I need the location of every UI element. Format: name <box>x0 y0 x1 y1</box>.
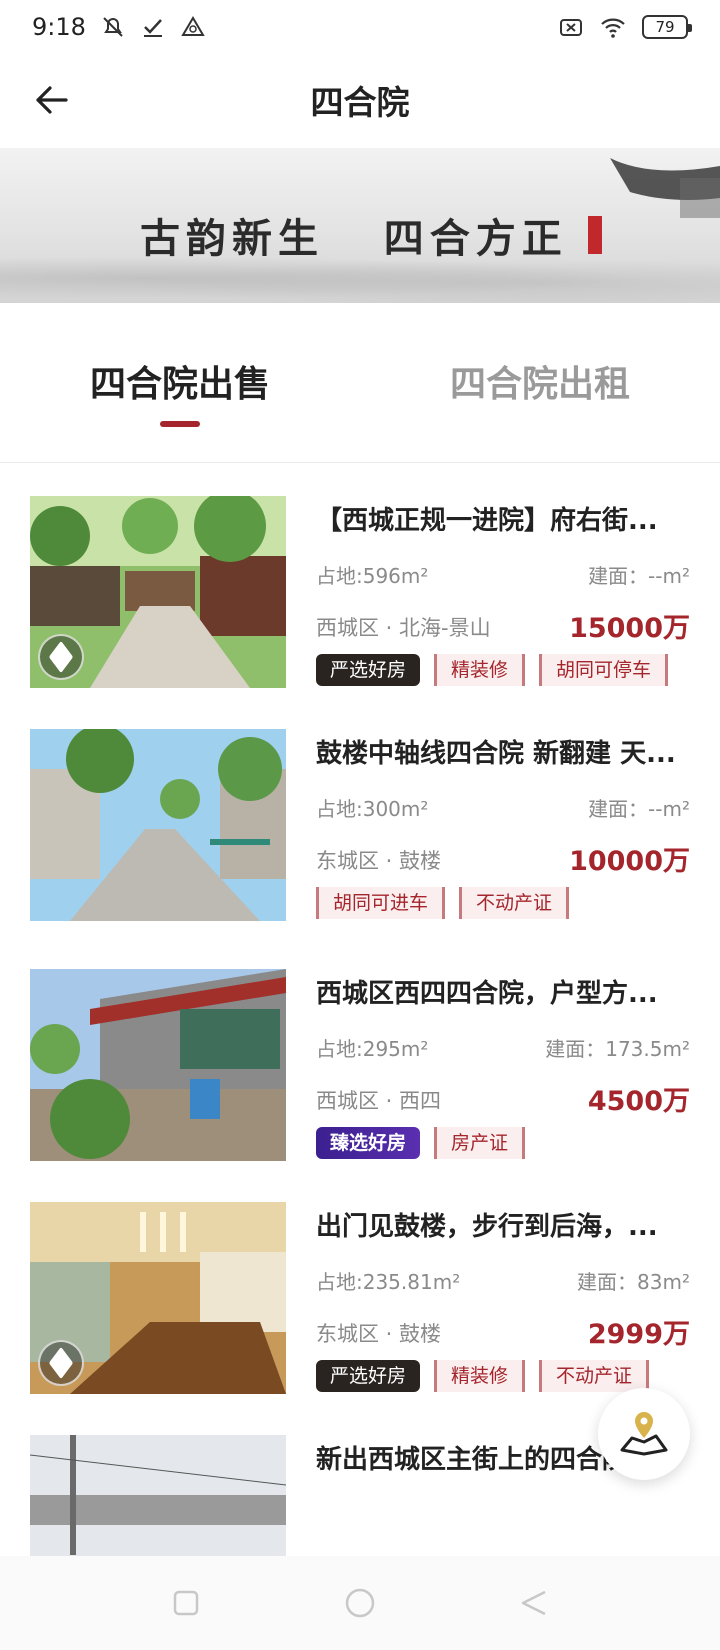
vr-badge[interactable] <box>38 634 84 680</box>
listing-photo[interactable] <box>30 496 286 688</box>
tag: 臻选好房 <box>316 1127 421 1159</box>
listing-location: 西城区 · 西四 <box>316 1089 442 1113</box>
listing-tags: 严选好房 精装修 胡同可停车 <box>316 654 669 686</box>
listing-tags: 胡同可进车 不动产证 <box>316 887 570 919</box>
check-icon <box>143 19 162 37</box>
listing-built-area: 建面：--m² <box>588 797 690 821</box>
listing-location: 东城区 · 鼓楼 <box>316 1322 442 1346</box>
tag: 严选好房 <box>316 1360 421 1392</box>
tag: 精装修 <box>434 1360 526 1392</box>
map-view-button[interactable] <box>598 1388 690 1480</box>
listing-area: 占地:235.81m² <box>316 1270 461 1294</box>
hutong-photo <box>30 729 286 921</box>
back-arrow-icon[interactable] <box>30 78 74 122</box>
page-title: 四合院 <box>310 83 410 122</box>
battery-level: 79 <box>655 18 675 36</box>
listing-photo[interactable] <box>30 969 286 1161</box>
listing-area: 占地:295m² <box>316 1037 429 1061</box>
tag: 不动产证 <box>539 1360 650 1392</box>
tab-indicator <box>160 421 200 427</box>
courtyard-house-photo <box>30 969 286 1161</box>
tab-for-rent[interactable]: 四合院出租 <box>450 355 630 407</box>
listing-photo[interactable] <box>30 729 286 921</box>
vr-cube-icon <box>48 1346 74 1380</box>
home-icon[interactable] <box>343 1586 377 1620</box>
listing-location: 西城区 · 北海-景山 <box>316 616 491 640</box>
back-nav-icon[interactable] <box>517 1586 551 1620</box>
listing-area: 占地:300m² <box>316 797 429 821</box>
listing-title[interactable]: 【西城正规一进院】府右街... <box>316 500 690 537</box>
listing-photo[interactable] <box>30 1435 286 1556</box>
listing-list[interactable]: 【西城正规一进院】府右街... 占地:596m² 建面：--m² 西城区 · 北… <box>0 464 720 1556</box>
triangle-icon <box>181 16 205 36</box>
banner-slogan: 古韵新生 四合方正 <box>140 215 568 262</box>
listing-title[interactable]: 出门见鼓楼，步行到后海，... <box>316 1206 690 1243</box>
listing-tags: 臻选好房 房产证 <box>316 1127 526 1159</box>
tag: 房产证 <box>434 1127 526 1159</box>
listing-built-area: 建面：83m² <box>577 1270 690 1294</box>
listing-card[interactable]: 西城区西四四合院，户型方... 占地:295m² 建面：173.5m² 西城区 … <box>0 937 720 1182</box>
listing-card[interactable]: 出门见鼓楼，步行到后海，... 占地:235.81m² 建面：83m² 东城区 … <box>0 1170 720 1415</box>
tab-bar: 四合院出售 四合院出租 <box>0 303 720 463</box>
listing-built-area: 建面：--m² <box>588 564 690 588</box>
street-photo <box>30 1435 286 1556</box>
vr-cube-icon <box>48 640 74 674</box>
status-bar: 9:18 79 <box>0 0 720 54</box>
banner[interactable]: 古韵新生 四合方正 <box>0 148 720 303</box>
listing-tags: 严选好房 精装修 不动产证 <box>316 1360 650 1392</box>
tag: 精装修 <box>434 654 526 686</box>
vr-badge[interactable] <box>38 1340 84 1386</box>
tab-for-sale[interactable]: 四合院出售 <box>90 355 270 407</box>
listing-card[interactable]: 【西城正规一进院】府右街... 占地:596m² 建面：--m² 西城区 · 北… <box>0 464 720 709</box>
listing-card[interactable]: 鼓楼中轴线四合院 新翻建 天... 占地:300m² 建面：--m² 东城区 ·… <box>0 697 720 942</box>
listing-title[interactable]: 西城区西四四合院，户型方... <box>316 973 690 1010</box>
battery-icon: 79 <box>642 15 692 39</box>
tag: 胡同可进车 <box>316 887 446 919</box>
tag: 胡同可停车 <box>539 654 669 686</box>
banner-seal <box>588 216 602 254</box>
wifi-icon <box>601 18 625 38</box>
listing-built-area: 建面：173.5m² <box>545 1037 690 1061</box>
sim-icon <box>560 19 582 36</box>
listing-photo[interactable] <box>30 1202 286 1394</box>
tag: 严选好房 <box>316 654 421 686</box>
app-header: 四合院 <box>0 54 720 146</box>
listing-price: 2999万 <box>587 1319 690 1350</box>
listing-location: 东城区 · 鼓楼 <box>316 849 442 873</box>
tag: 不动产证 <box>459 887 570 919</box>
listing-title[interactable]: 鼓楼中轴线四合院 新翻建 天... <box>316 733 690 770</box>
system-nav-bar <box>0 1556 720 1650</box>
roof-illustration <box>610 158 720 218</box>
listing-price: 15000万 <box>569 613 690 644</box>
listing-price: 10000万 <box>569 846 690 877</box>
recent-apps-icon[interactable] <box>169 1586 203 1620</box>
mute-icon <box>103 17 123 37</box>
listing-price: 4500万 <box>587 1086 690 1117</box>
map-pin-icon <box>620 1412 668 1456</box>
listing-area: 占地:596m² <box>316 564 429 588</box>
status-time: 9:18 <box>32 13 86 41</box>
